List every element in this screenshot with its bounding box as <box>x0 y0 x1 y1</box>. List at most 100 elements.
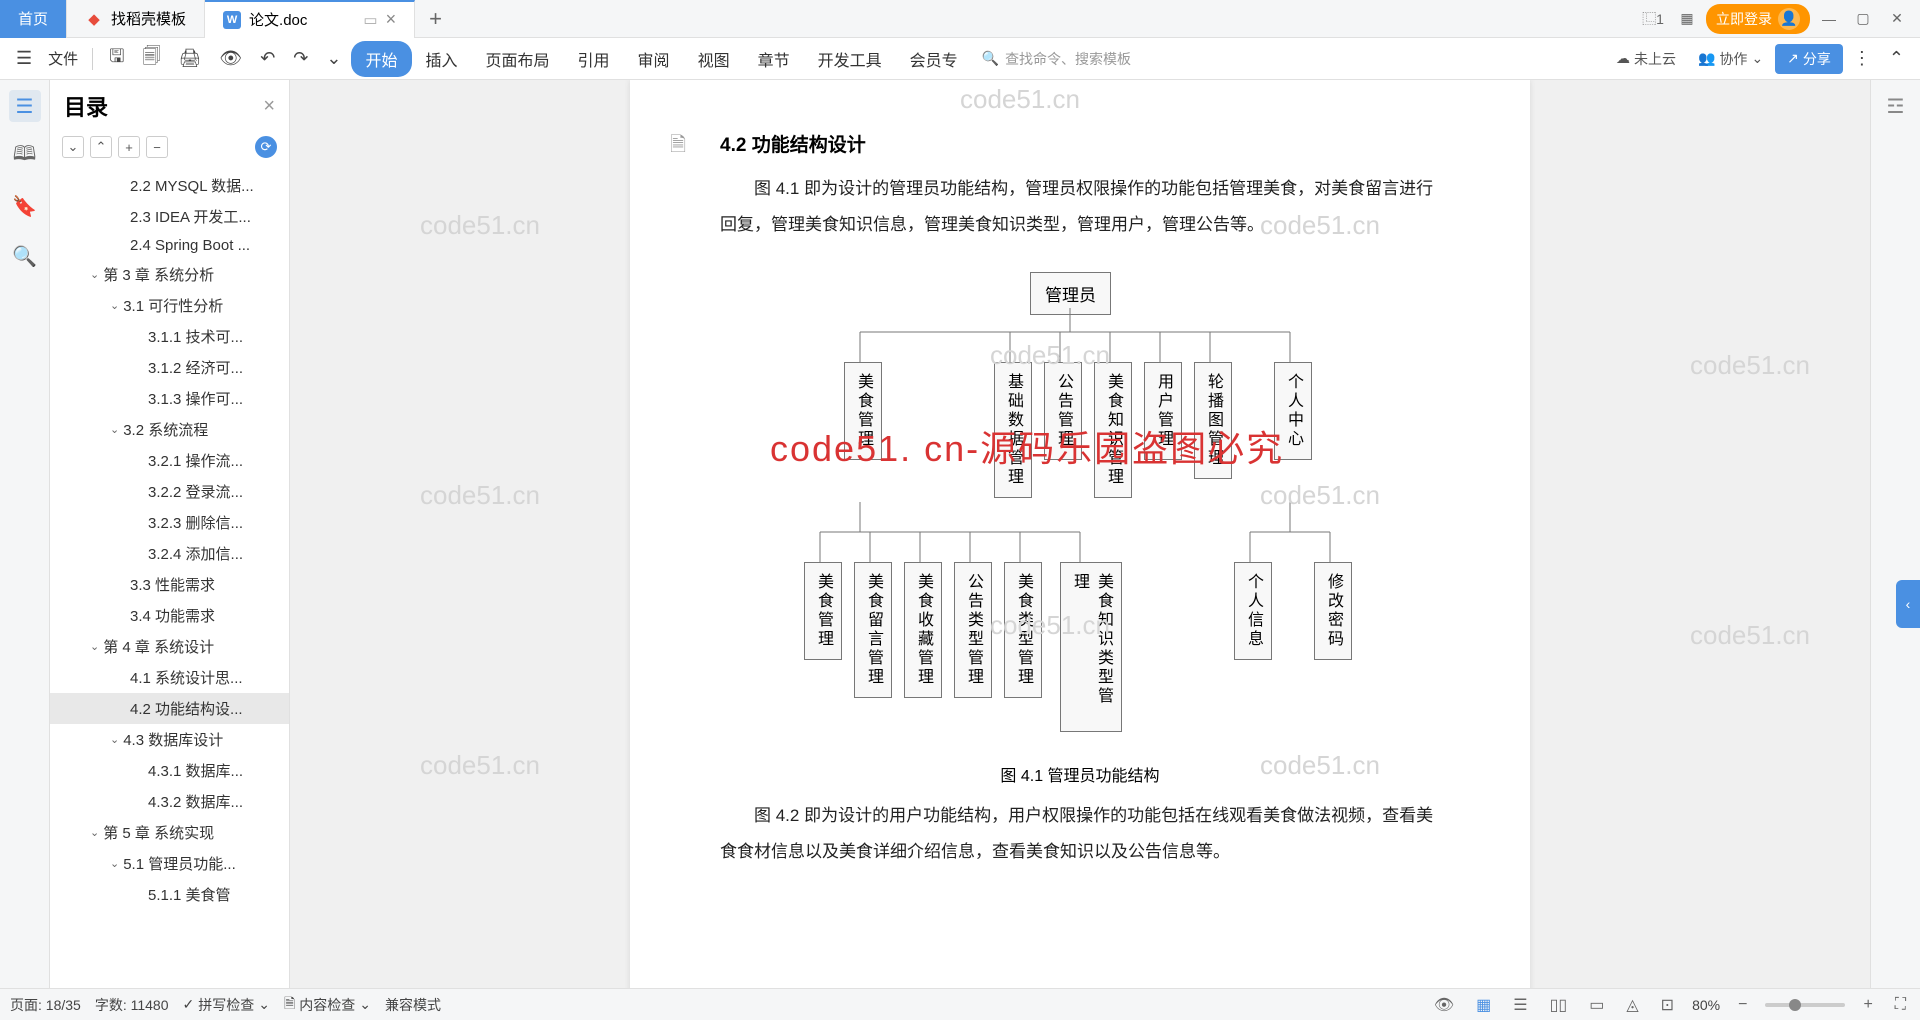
view-read-icon[interactable]: ▯▯ <box>1546 995 1572 1015</box>
eye-icon[interactable]: 👁 <box>1430 995 1458 1015</box>
save-icon[interactable]: 🖫 <box>101 38 132 80</box>
tree-item[interactable]: 2.2 MYSQL 数据... <box>50 170 289 201</box>
preview-icon[interactable]: 👁 <box>211 42 250 75</box>
close-icon[interactable]: × <box>263 95 275 118</box>
chevron-down-icon[interactable]: ⌄ <box>318 42 349 75</box>
menu-7[interactable]: 开发工具 <box>804 41 896 77</box>
close-icon[interactable]: × <box>386 9 397 30</box>
tree-item[interactable]: 4.2 功能结构设... <box>50 693 289 724</box>
zoom-slider[interactable] <box>1765 1003 1845 1007</box>
tree-item[interactable]: 3.2.3 删除信... <box>50 507 289 538</box>
layout-icon[interactable]: ⿺1 <box>1638 4 1668 34</box>
tree-item[interactable]: 3.1.3 操作可... <box>50 383 289 414</box>
tree-item[interactable]: ⌄第 3 章 系统分析 <box>50 259 289 290</box>
tab-layout-icon[interactable]: ▭ <box>363 11 377 29</box>
menu-8[interactable]: 会员专 <box>896 41 972 77</box>
tree-item[interactable]: 3.1.2 经济可... <box>50 352 289 383</box>
tree-item[interactable]: ⌄第 4 章 系统设计 <box>50 631 289 662</box>
menu-1[interactable]: 插入 <box>412 41 472 77</box>
tree-item[interactable]: ⌄3.2 系统流程 <box>50 414 289 445</box>
panel-icon[interactable]: ☲ <box>1880 90 1912 122</box>
tree-item[interactable]: 3.1.1 技术可... <box>50 321 289 352</box>
zoom-out-icon[interactable]: − <box>1734 996 1751 1014</box>
zoom-fit-icon[interactable]: ⊡ <box>1657 995 1678 1015</box>
share-button[interactable]: ↗ 分享 <box>1775 44 1843 74</box>
tree-label: 4.1 系统设计思... <box>130 667 243 688</box>
page-icon[interactable]: 🗎 <box>670 130 686 164</box>
tree-label: 5.1 管理员功能... <box>123 853 236 874</box>
tree-item[interactable]: 3.2.1 操作流... <box>50 445 289 476</box>
tree-item[interactable]: 5.1.1 美食管 <box>50 879 289 910</box>
tools-icon[interactable]: ◬ <box>1622 995 1642 1015</box>
view-web-icon[interactable]: ▭ <box>1585 995 1608 1015</box>
fullscreen-icon[interactable]: ⛶ <box>1891 996 1910 1014</box>
sync-icon[interactable]: ⟳ <box>255 136 277 158</box>
undo-icon[interactable]: ↶ <box>252 42 283 75</box>
tree-item[interactable]: ⌄4.3 数据库设计 <box>50 724 289 755</box>
tree-item[interactable]: 4.3.2 数据库... <box>50 786 289 817</box>
collab-button[interactable]: 👥 协作 ⌄ <box>1688 49 1773 69</box>
bookmark-icon[interactable]: 🕮 <box>9 140 41 172</box>
menu-icon[interactable]: ☰ <box>8 42 40 75</box>
cloud-status[interactable]: ☁ 未上云 <box>1606 49 1686 69</box>
more-icon[interactable]: ⋮ <box>1845 42 1879 75</box>
watermark: code51.cn <box>1690 350 1810 381</box>
paragraph: 图 4.2 即为设计的用户功能结构，用户权限操作的功能包括在线观看美食做法视频，… <box>720 798 1440 869</box>
ribbon-icon[interactable]: 🔖 <box>9 190 41 222</box>
maximize-icon[interactable]: ▢ <box>1848 4 1878 34</box>
apps-icon[interactable]: ▦ <box>1672 4 1702 34</box>
tree-item[interactable]: 2.4 Spring Boot ... <box>50 232 289 259</box>
tree-item[interactable]: ⌄3.1 可行性分析 <box>50 290 289 321</box>
page-indicator[interactable]: 页面: 18/35 <box>10 995 81 1015</box>
menu-6[interactable]: 章节 <box>744 41 804 77</box>
document-area[interactable]: code51.cn code51.cn code51.cn code51.cn … <box>290 80 1870 988</box>
edge-tab[interactable]: ‹ <box>1896 580 1920 628</box>
menu-5[interactable]: 视图 <box>684 41 744 77</box>
add-icon[interactable]: + <box>118 136 140 158</box>
remove-icon[interactable]: − <box>146 136 168 158</box>
tree-label: 3.1.2 经济可... <box>148 357 243 378</box>
tab-document[interactable]: W 论文.doc ▭ × <box>205 0 415 38</box>
tree-item[interactable]: 3.2.2 登录流... <box>50 476 289 507</box>
tab-template[interactable]: ◆ 找稻壳模板 <box>67 0 205 38</box>
tab-home[interactable]: 首页 <box>0 0 67 38</box>
collapse-icon[interactable]: ⌃ <box>1881 42 1912 75</box>
view-page-icon[interactable]: ▦ <box>1472 995 1495 1015</box>
tree-item[interactable]: 3.2.4 添加信... <box>50 538 289 569</box>
menu-4[interactable]: 审阅 <box>624 41 684 77</box>
save-as-icon[interactable]: 🗐 <box>135 38 169 80</box>
zoom-level[interactable]: 80% <box>1692 997 1720 1013</box>
close-window-icon[interactable]: ✕ <box>1882 4 1912 34</box>
outline-icon[interactable]: ☰ <box>9 90 41 122</box>
new-tab-button[interactable]: + <box>415 6 456 32</box>
collapse-all-icon[interactable]: ⌄ <box>62 136 84 158</box>
print-icon[interactable]: 🖨 <box>170 42 209 75</box>
file-menu[interactable]: 文件 <box>42 48 84 69</box>
view-outline-icon[interactable]: ☰ <box>1509 995 1531 1015</box>
watermark: code51.cn <box>960 84 1080 115</box>
tree-item[interactable]: 3.4 功能需求 <box>50 600 289 631</box>
search-rail-icon[interactable]: 🔍 <box>9 240 41 272</box>
compat-mode[interactable]: 兼容模式 <box>385 995 441 1015</box>
login-button[interactable]: 立即登录 👤 <box>1706 4 1810 34</box>
spell-check[interactable]: ✓拼写检查 ⌄ <box>183 995 270 1015</box>
menu-2[interactable]: 页面布局 <box>472 41 564 77</box>
figure-caption: 图 4.1 管理员功能结构 <box>720 762 1440 786</box>
expand-all-icon[interactable]: ⌃ <box>90 136 112 158</box>
tree-item[interactable]: 4.3.1 数据库... <box>50 755 289 786</box>
tree-item[interactable]: 4.1 系统设计思... <box>50 662 289 693</box>
redo-icon[interactable]: ↷ <box>285 42 316 75</box>
zoom-in-icon[interactable]: + <box>1859 996 1876 1014</box>
search-input[interactable]: 🔍 查找命令、搜索模板 <box>974 49 1174 69</box>
tree-label: 第 4 章 系统设计 <box>103 636 214 657</box>
content-check[interactable]: 🗎内容检查 ⌄ <box>284 993 371 1017</box>
minimize-icon[interactable]: — <box>1814 4 1844 34</box>
tree-item[interactable]: ⌄第 5 章 系统实现 <box>50 817 289 848</box>
tree-label: 5.1.1 美食管 <box>148 884 231 905</box>
tree-item[interactable]: ⌄5.1 管理员功能... <box>50 848 289 879</box>
menu-0[interactable]: 开始 <box>351 41 411 77</box>
tree-item[interactable]: 2.3 IDEA 开发工... <box>50 201 289 232</box>
menu-3[interactable]: 引用 <box>564 41 624 77</box>
word-count[interactable]: 字数: 11480 <box>95 995 169 1015</box>
tree-item[interactable]: 3.3 性能需求 <box>50 569 289 600</box>
